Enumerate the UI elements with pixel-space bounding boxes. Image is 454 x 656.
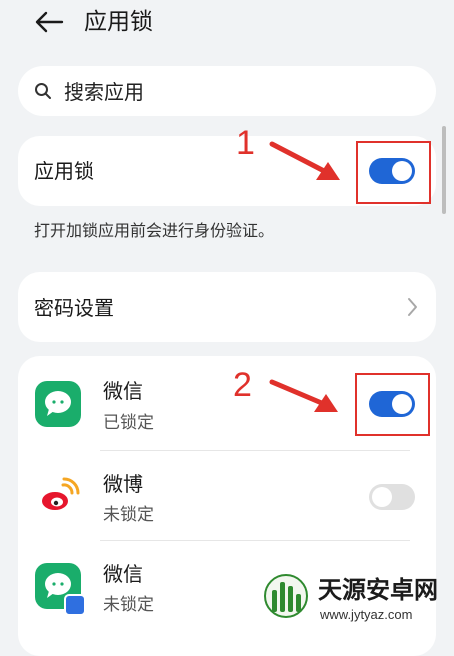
app-lock-description: 打开加锁应用前会进行身份验证。: [34, 221, 275, 240]
search-icon: [35, 83, 51, 99]
page-title: 应用锁: [84, 9, 153, 35]
password-settings-label: 密码设置: [34, 296, 114, 320]
weibo-icon: [35, 473, 81, 519]
app-name: 微信: [103, 562, 143, 586]
clone-badge-icon: [64, 594, 86, 616]
search-bar[interactable]: [18, 66, 436, 116]
watermark-title: 天源安卓网: [318, 577, 438, 604]
annotation-box-2: [355, 373, 430, 436]
app-status: 未锁定: [103, 595, 154, 615]
annotation-box-1: [356, 141, 431, 204]
watermark-url: www.jytyaz.com: [320, 607, 413, 622]
app-lock-label: 应用锁: [34, 159, 94, 183]
app-name: 微博: [103, 472, 143, 496]
annotation-number-1: 1: [236, 124, 255, 162]
app-status: 未锁定: [103, 505, 154, 525]
app-status: 已锁定: [103, 413, 154, 433]
search-input[interactable]: [62, 78, 406, 106]
app-lock-switch-weibo[interactable]: [369, 484, 415, 510]
chevron-right-icon: [408, 298, 417, 316]
app-name: 微信: [103, 379, 143, 403]
back-arrow-icon: [35, 11, 64, 33]
divider: [100, 450, 410, 451]
annotation-arrow-1-icon: [269, 141, 340, 180]
scrollbar[interactable]: [442, 126, 446, 214]
divider: [100, 540, 410, 541]
back-button[interactable]: [34, 8, 64, 36]
wechat-icon: [35, 381, 81, 427]
watermark-logo-icon: [262, 572, 310, 620]
annotation-arrow-2-icon: [269, 379, 338, 412]
annotation-number-2: 2: [233, 366, 252, 404]
